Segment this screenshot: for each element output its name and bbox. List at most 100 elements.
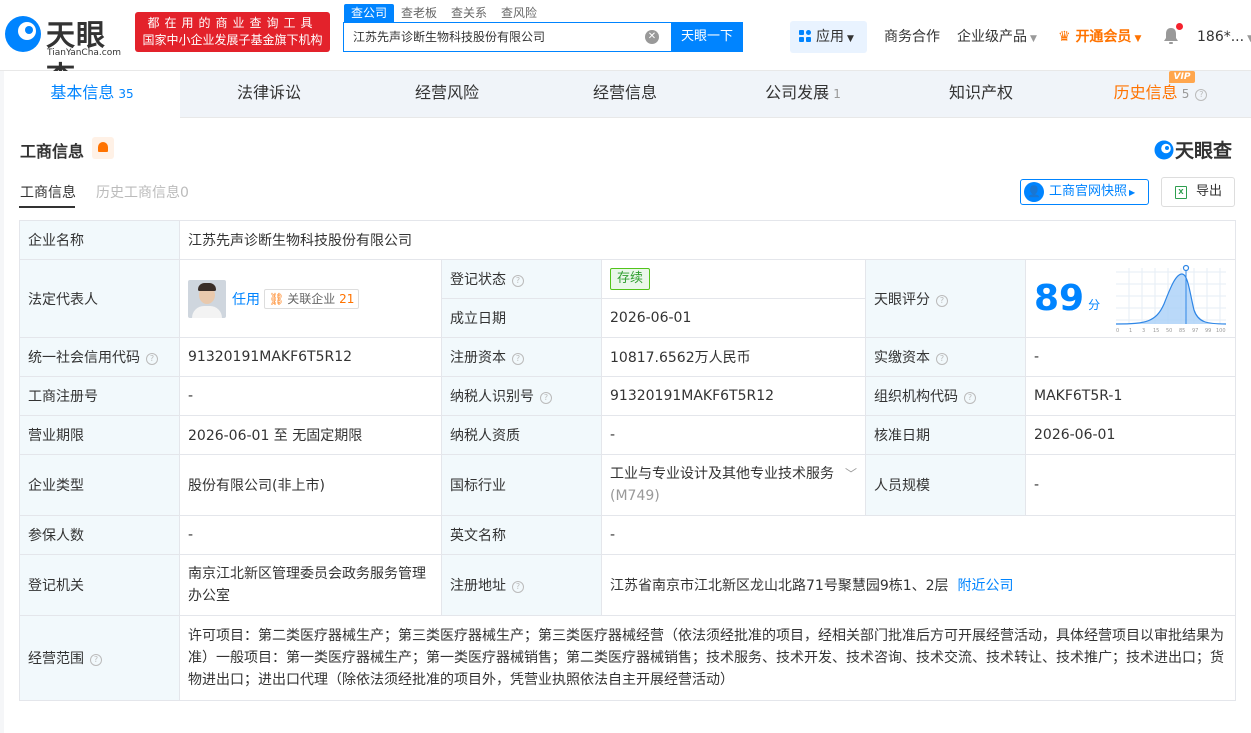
tab-ip[interactable]: 知识产权 [892, 71, 1070, 117]
chevron-down-icon: ▼ [1134, 34, 1142, 44]
help-icon[interactable]: ? [512, 353, 524, 365]
taxpayer-qual-label: 纳税人资质 [441, 415, 602, 455]
search-input[interactable]: 江苏先声诊断生物科技股份有限公司 ✕ [343, 22, 672, 52]
help-icon[interactable]: ? [936, 294, 948, 307]
help-icon[interactable]: ? [512, 275, 524, 287]
chevron-down-icon[interactable]: ﹀ [845, 463, 857, 485]
monitor-bell-icon[interactable] [92, 137, 114, 159]
industry-value: 工业与专业设计及其他专业技术服务 [610, 466, 834, 482]
nav-enterprise-products[interactable]: 企业级产品 ▼ [957, 21, 1037, 53]
link-icon: ⛓ [269, 291, 285, 306]
slogan-line2: 国家中小企业发展子基金旗下机构 [142, 33, 323, 47]
company-type-label: 企业类型 [19, 454, 180, 516]
company-name-label: 企业名称 [19, 220, 180, 260]
industry-cell[interactable]: 工业与专业设计及其他专业技术服务 ﹀ (M749) [601, 454, 866, 516]
chevron-down-icon: ▼ [1247, 34, 1251, 44]
avatar[interactable] [188, 279, 226, 318]
chevron-down-icon: ▼ [1030, 34, 1037, 44]
user-menu[interactable]: 186*... ▼ [1197, 21, 1251, 53]
help-icon[interactable]: ? [936, 353, 948, 365]
official-snapshot-button[interactable]: 👤 工商官网快照 ▶ [1020, 179, 1149, 205]
help-icon[interactable]: ? [1195, 89, 1208, 101]
score-unit: 分 [1088, 297, 1101, 312]
axis-tick: 50 [1166, 328, 1172, 334]
search-tab-risk[interactable]: 查风险 [494, 4, 544, 22]
found-date-label: 成立日期 [441, 298, 602, 338]
tab-operating-risk[interactable]: 经营风险 [358, 71, 536, 117]
table-row: 参保人数 - 英文名称 - [19, 515, 1237, 555]
subtab-history-business-info[interactable]: 历史工商信息0 [96, 182, 189, 202]
reg-capital-label: 注册资本? [441, 337, 602, 377]
help-icon[interactable]: ? [540, 392, 552, 404]
tab-business-info[interactable]: 经营信息 [536, 71, 714, 117]
user-icon: 👤 [1024, 182, 1044, 202]
table-row: 登记机关 南京江北新区管理委员会政务服务管理办公室 注册地址? 江苏省南京市江北… [19, 554, 1237, 616]
scope-label: 经营范围? [19, 615, 180, 701]
related-companies-badge[interactable]: ⛓ 关联企业 21 [264, 288, 360, 309]
approve-date-label: 核准日期 [865, 415, 1026, 455]
slogan-line1: 都在用的商业查询工具 [147, 16, 318, 30]
user-phone: 186*... [1197, 29, 1245, 45]
subtab-underline [19, 206, 75, 208]
site-logo[interactable]: 天眼查 TianYanCha.com [4, 11, 130, 94]
address-cell: 江苏省南京市江北新区龙山北路71号聚慧园9栋1、2层 附近公司 [600, 554, 1237, 616]
tab-label: 公司发展 [765, 83, 830, 102]
legal-rep-link[interactable]: 任用 [232, 292, 260, 308]
tab-label: 历史信息 [1113, 83, 1178, 102]
reg-capital-label-text: 注册资本 [450, 350, 506, 366]
nav-vip[interactable]: ♛ 开通会员 ▼ [1058, 21, 1141, 53]
tab-count: 35 [118, 87, 134, 101]
address-value: 江苏省南京市江北新区龙山北路71号聚慧园9栋1、2层 [610, 578, 949, 594]
table-row: 法定代表人 任用 ⛓ 关联企业 21 登记状态? 存续 天眼评分? 89 分 0… [19, 259, 1237, 338]
reg-status-cell: 存续 [601, 259, 866, 299]
tab-label: 经营信息 [592, 83, 657, 102]
table-row: 经营范围? 许可项目：第二类医疗器械生产；第三类医疗器械生产；第三类医疗器械经营… [19, 615, 1237, 701]
tab-development[interactable]: 公司发展 1 [714, 71, 892, 117]
table-row: 企业名称 江苏先声诊断生物科技股份有限公司 [19, 220, 1237, 260]
help-icon[interactable]: ? [146, 353, 158, 365]
tab-legal[interactable]: 法律诉讼 [180, 71, 358, 117]
en-name-label: 英文名称 [441, 515, 602, 555]
staff-label: 人员规模 [865, 454, 1026, 516]
search-input-value[interactable]: 江苏先声诊断生物科技股份有限公司 [353, 23, 545, 51]
tab-label: 经营风险 [414, 83, 479, 102]
notification-bell-icon[interactable] [1163, 23, 1183, 45]
search-tab-boss[interactable]: 查老板 [394, 4, 444, 22]
en-name-value: - [600, 515, 1237, 555]
tab-label: 知识产权 [948, 83, 1013, 102]
tab-history[interactable]: 历史信息 5? [1070, 71, 1251, 117]
export-button[interactable]: X 导出 [1161, 177, 1235, 207]
nav-enterprise-label: 企业级产品 [957, 29, 1027, 45]
apps-label: 应用 [816, 29, 844, 45]
clear-icon[interactable]: ✕ [645, 30, 659, 44]
axis-tick: 0 [1116, 328, 1119, 334]
search-type-tabs: 查公司 查老板 查关系 查风险 [344, 4, 544, 22]
search-button[interactable]: 天眼一下 [671, 22, 743, 52]
vip-badge: VIP [1169, 71, 1195, 83]
unread-dot [1176, 23, 1183, 30]
credit-code-value: 91320191MAKF6T5R12 [179, 337, 442, 377]
score-cell[interactable]: 89 分 0 1 3 15 50 85 97 99 100 [1024, 259, 1237, 338]
score-label: 天眼评分? [865, 259, 1026, 338]
axis-tick: 97 [1192, 328, 1198, 334]
axis-tick: 3 [1142, 328, 1145, 334]
help-icon[interactable]: ? [512, 581, 524, 593]
industry-code: (M749) [610, 488, 660, 504]
top-bar: 天眼查 TianYanCha.com 都在用的商业查询工具 国家中小企业发展子基… [0, 0, 1251, 94]
tab-basic-info[interactable]: 基本信息 35 [4, 71, 180, 118]
paid-capital-label-text: 实缴资本 [874, 350, 930, 366]
help-icon[interactable]: ? [964, 392, 976, 404]
nearby-companies-link[interactable]: 附近公司 [957, 578, 1013, 594]
help-icon[interactable]: ? [90, 654, 102, 666]
subtab-business-info[interactable]: 工商信息 [20, 182, 76, 202]
snapshot-label: 工商官网快照 [1049, 184, 1128, 199]
search-tab-relation[interactable]: 查关系 [444, 4, 494, 22]
insured-value: - [179, 515, 442, 555]
tab-label: 基本信息 [50, 83, 115, 102]
caret-right-icon: ▶ [1129, 188, 1136, 197]
paid-capital-label: 实缴资本? [865, 337, 1026, 377]
nav-business[interactable]: 商务合作 [884, 21, 940, 53]
apps-button[interactable]: 应用 ▼ [790, 21, 867, 53]
search-tab-company[interactable]: 查公司 [344, 4, 395, 22]
reg-no-label: 工商注册号 [19, 376, 180, 416]
